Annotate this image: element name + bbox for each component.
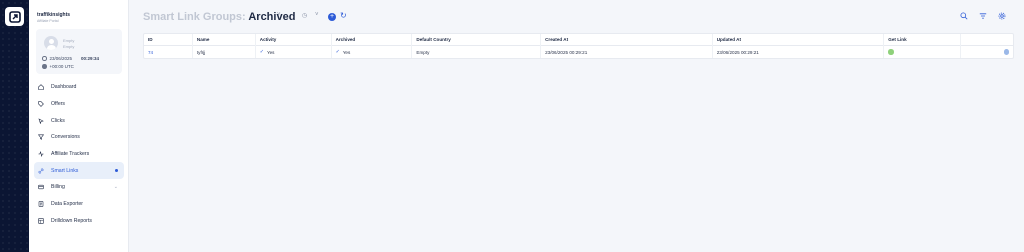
link-icon	[38, 168, 44, 174]
user-name: Empty	[63, 38, 75, 43]
page-title-prefix: Smart Link Groups:	[143, 11, 246, 23]
column-header-id[interactable]: ID	[144, 33, 193, 46]
active-indicator	[114, 168, 118, 173]
app-rail	[0, 0, 29, 252]
datetime-row: 23/06/2025 00:29:34	[42, 56, 99, 61]
column-header-actions	[961, 34, 1013, 46]
id-link[interactable]: 74	[148, 50, 153, 55]
sidebar-item-conversions[interactable]: Conversions	[34, 129, 124, 146]
cell-activity: ✓ Yes	[256, 46, 332, 58]
page-header: Smart Link Groups: Archived ˅ · ◷ ˅ + ↻	[129, 0, 1024, 34]
timezone: +00:00 UTC	[49, 64, 74, 69]
check-icon: ✓	[335, 49, 340, 55]
sidebar-item-drilldown-reports[interactable]: Drilldown Reports	[34, 213, 124, 230]
sidebar-item-label: Affiliate Trackers	[51, 151, 90, 158]
cell-updated-at: 23/06/2025 00:29:21	[713, 46, 885, 58]
header-actions	[960, 12, 1006, 22]
sidebar-item-label: Drilldown Reports	[51, 217, 92, 224]
billing-icon	[38, 184, 44, 190]
table-header-row: ID Name Activity Archived Default Countr…	[144, 33, 1013, 46]
column-header-name[interactable]: Name	[193, 33, 256, 46]
column-header-get-link[interactable]: Get Link	[884, 33, 962, 46]
cell-actions	[961, 46, 1013, 58]
cell-created-at: 23/06/2025 00:29:21	[541, 46, 713, 58]
sidebar-item-label: Smart Links	[51, 167, 79, 174]
sidebar-item-label: Conversions	[51, 134, 80, 141]
column-header-archived[interactable]: Archived	[332, 33, 413, 46]
sidebar-item-label: Data Exporter	[51, 201, 84, 208]
refresh-icon[interactable]: ↻	[340, 11, 347, 20]
archived-value: Yes	[342, 49, 351, 55]
tag-icon	[38, 101, 44, 107]
sidebar-item-label: Clicks	[51, 117, 65, 124]
chevron-down-icon[interactable]: ˅	[315, 12, 319, 18]
home-icon	[38, 84, 44, 91]
chevron-down-icon[interactable]: ˅	[277, 12, 281, 18]
sidebar-item-data-exporter[interactable]: Data Exporter	[34, 196, 124, 213]
brand-subtitle: Affiliate Portal	[37, 19, 59, 23]
timezone-row: +00:00 UTC	[42, 64, 74, 69]
sidebar-item-smart-links[interactable]: Smart Links	[34, 162, 124, 180]
report-icon	[38, 218, 44, 224]
cell-default-country: Empty	[412, 46, 542, 58]
brand-name: traffikinsights	[37, 12, 71, 18]
cell-archived: ✓ Yes	[332, 46, 413, 58]
column-header-activity[interactable]: Activity	[256, 33, 332, 46]
cell-get-link	[884, 46, 962, 58]
sidebar-item-label: Offers	[51, 101, 66, 108]
dot-separator: ·	[291, 12, 293, 18]
funnel-icon	[38, 134, 44, 141]
edit-icon[interactable]	[1003, 49, 1009, 55]
cell-name: tyfrjj	[193, 46, 256, 58]
chevron-down-icon[interactable]: ⌄	[114, 184, 118, 190]
globe-icon	[42, 64, 47, 69]
user-email: Empty	[63, 44, 75, 49]
column-header-created-at[interactable]: Created At	[541, 33, 713, 46]
sidebar-item-affiliate-trackers[interactable]: Affiliate Trackers	[34, 146, 124, 163]
brand: traffikinsights Affiliate Portal	[37, 12, 70, 23]
current-date: 23/06/2025	[49, 56, 73, 61]
user-card[interactable]: Empty Empty 23/06/2025 00:29:34 +00:00 U…	[36, 29, 122, 74]
smart-links-table: ID Name Activity Archived Default Countr…	[143, 33, 1014, 59]
sidebar-item-label: Dashboard	[51, 84, 77, 91]
sidebar-item-clicks[interactable]: Clicks	[34, 112, 124, 129]
page-title: Smart Link Groups: Archived	[143, 11, 295, 23]
sidebar-item-dashboard[interactable]: Dashboard	[34, 79, 124, 96]
activity-value: Yes	[266, 49, 275, 55]
column-header-default-country[interactable]: Default Country	[412, 33, 542, 46]
click-icon	[38, 118, 44, 124]
table-row[interactable]: 74 tyfrjj ✓ Yes ✓ Yes Empty 23/06/2025 00:…	[144, 46, 1013, 58]
search-icon[interactable]	[960, 12, 968, 22]
clock-icon	[42, 56, 47, 61]
app-logo-icon[interactable]	[5, 7, 24, 26]
export-icon	[38, 201, 44, 207]
check-icon: ✓	[259, 49, 264, 55]
sidebar-item-billing[interactable]: Billing ⌄	[34, 179, 124, 196]
tracker-icon	[38, 151, 44, 158]
archive-filter-select[interactable]: Archived	[248, 11, 295, 23]
avatar	[44, 36, 58, 50]
gear-icon[interactable]	[998, 12, 1006, 22]
sidebar: traffikinsights Affiliate Portal Empty E…	[29, 0, 129, 252]
filter-icon[interactable]	[979, 12, 987, 22]
sidebar-item-label: Billing	[51, 184, 65, 191]
sidebar-item-offers[interactable]: Offers	[34, 96, 124, 113]
current-time: 00:29:34	[81, 56, 100, 61]
clock-icon[interactable]: ◷	[302, 12, 307, 19]
column-header-updated-at[interactable]: Updated At	[713, 33, 885, 46]
get-link-icon[interactable]	[888, 49, 894, 55]
sidebar-nav: Dashboard Offers Clicks Conversions Affi…	[34, 79, 124, 229]
cell-id[interactable]: 74	[144, 46, 193, 58]
add-smart-link-button[interactable]: +	[328, 13, 336, 21]
